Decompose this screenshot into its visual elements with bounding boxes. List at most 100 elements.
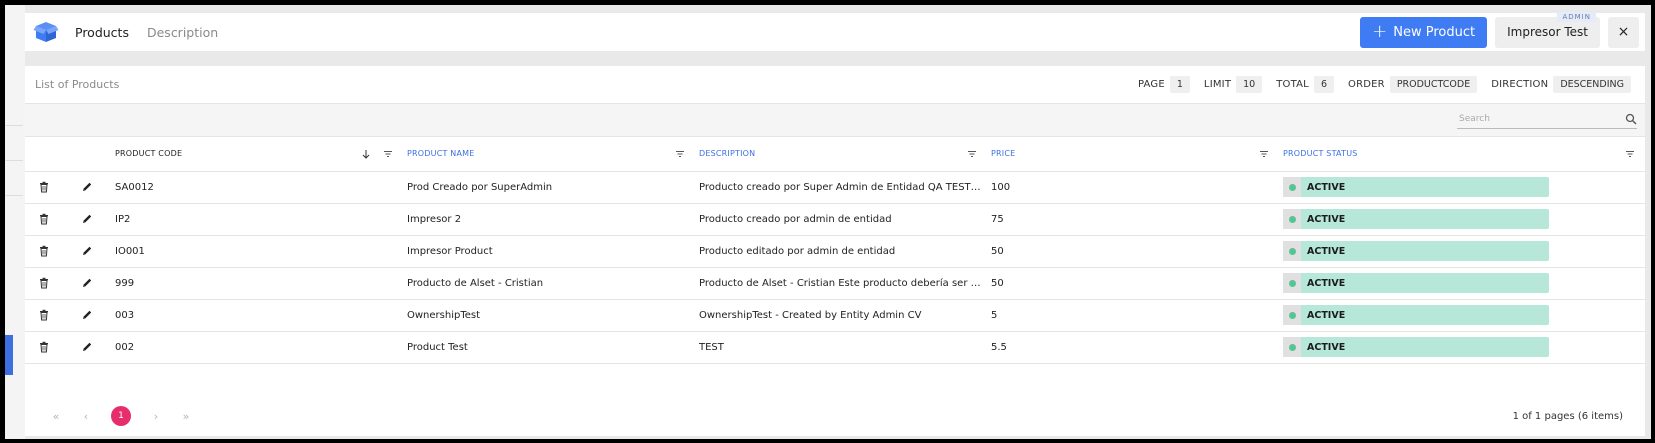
next-page-button[interactable]: › (141, 410, 171, 423)
filter-icon[interactable] (675, 149, 685, 159)
header-edit-col (63, 137, 111, 172)
table-row[interactable]: IP2 Impresor 2 Producto creado por admin d… (25, 203, 1645, 236)
status-label: ACTIVE (1307, 277, 1346, 289)
close-icon: × (1617, 24, 1630, 40)
cell-price: 50 (987, 235, 1279, 268)
new-product-label: New Product (1393, 24, 1476, 40)
status-dot-wrap (1283, 177, 1301, 197)
status-dot-wrap (1283, 337, 1301, 357)
filter-icon[interactable] (967, 149, 977, 159)
delete-cell[interactable] (25, 171, 63, 204)
pencil-icon[interactable] (81, 341, 93, 353)
edit-cell[interactable] (63, 171, 111, 204)
trash-icon[interactable] (38, 181, 50, 193)
edit-cell[interactable] (63, 299, 111, 332)
new-product-button[interactable]: + New Product (1360, 16, 1488, 48)
sort-desc-icon[interactable] (361, 149, 371, 159)
order-label: ORDER (1348, 79, 1385, 90)
app-backdrop: Products Description + New Product ADMIN… (5, 5, 1651, 439)
delete-cell[interactable] (25, 331, 63, 364)
trash-icon[interactable] (38, 341, 50, 353)
status-badge: ACTIVE (1283, 209, 1549, 229)
last-page-button[interactable]: » (171, 410, 201, 423)
status-badge: ACTIVE (1283, 241, 1549, 261)
column-header-product-name[interactable]: PRODUCT NAME (403, 137, 695, 172)
current-page-button[interactable]: 1 (111, 406, 131, 426)
trash-icon[interactable] (38, 213, 50, 225)
status-dot-wrap (1283, 209, 1301, 229)
status-badge: ACTIVE (1283, 273, 1549, 293)
plus-icon: + (1372, 21, 1388, 42)
table-row[interactable]: SA0012 Prod Creado por SuperAdmin Producto… (25, 171, 1645, 204)
delete-cell[interactable] (25, 235, 63, 268)
prev-page-button[interactable]: ‹ (71, 410, 101, 423)
products-table: PRODUCT CODE PRODUCT NAME DESCRIPTION PR… (25, 137, 1645, 364)
direction-value: DESCENDING (1553, 76, 1631, 93)
user-chip[interactable]: ADMIN Impresor Test (1495, 11, 1600, 48)
list-meta: PAGE 1 LIMIT 10 TOTAL 6 ORDER PRODUCTCOD… (1138, 76, 1635, 93)
pencil-icon[interactable] (81, 245, 93, 257)
search-input[interactable]: Search (1457, 109, 1637, 129)
delete-cell[interactable] (25, 299, 63, 332)
cell-description: OwnershipTest - Created by Entity Admin … (695, 299, 987, 332)
tab-description[interactable]: Description (147, 25, 218, 40)
cell-product-name: Producto de Alset - Cristian (403, 267, 695, 300)
status-dot-icon (1288, 183, 1296, 191)
pencil-icon[interactable] (81, 181, 93, 193)
tab-products[interactable]: Products (75, 25, 129, 40)
pencil-icon[interactable] (81, 277, 93, 289)
status-badge: ACTIVE (1283, 177, 1549, 197)
status-dot-icon (1288, 311, 1296, 319)
cell-product-code: IO001 (111, 235, 403, 268)
list-toolbar: List of Products PAGE 1 LIMIT 10 TOTAL 6… (25, 66, 1645, 104)
cell-product-code: 999 (111, 267, 403, 300)
delete-cell[interactable] (25, 267, 63, 300)
total-value: 6 (1313, 76, 1335, 93)
trash-icon[interactable] (38, 277, 50, 289)
edit-cell[interactable] (63, 235, 111, 268)
table-header-row: PRODUCT CODE PRODUCT NAME DESCRIPTION PR… (25, 137, 1645, 172)
filter-icon[interactable] (383, 149, 393, 159)
cell-description: Producto editado por admin de entidad (695, 235, 987, 268)
column-header-product-status[interactable]: PRODUCT STATUS (1279, 137, 1645, 172)
edit-cell[interactable] (63, 203, 111, 236)
edit-cell[interactable] (63, 331, 111, 364)
delete-cell[interactable] (25, 203, 63, 236)
pencil-icon[interactable] (81, 213, 93, 225)
column-label: DESCRIPTION (699, 149, 756, 159)
edit-cell[interactable] (63, 267, 111, 300)
cell-product-code: 002 (111, 331, 403, 364)
column-header-price[interactable]: PRICE (987, 137, 1279, 172)
filter-icon[interactable] (1625, 149, 1635, 159)
pagination-info: 1 of 1 pages (6 items) (1512, 410, 1623, 422)
left-sidebar-strip (5, 5, 25, 439)
trash-icon[interactable] (38, 309, 50, 321)
box-icon (33, 22, 59, 42)
column-label: PRODUCT NAME (407, 149, 475, 159)
cell-product-name: Prod Creado por SuperAdmin (403, 171, 695, 204)
status-label: ACTIVE (1307, 181, 1346, 193)
cell-product-name: Impresor Product (403, 235, 695, 268)
column-header-product-code[interactable]: PRODUCT CODE (111, 137, 403, 172)
table-row[interactable]: 999 Producto de Alset - Cristian Producto … (25, 267, 1645, 300)
table-row[interactable]: 003 OwnershipTest OwnershipTest - Created … (25, 299, 1645, 332)
total-label: TOTAL (1276, 79, 1309, 90)
status-badge: ACTIVE (1283, 305, 1549, 325)
status-dot-wrap (1283, 241, 1301, 261)
first-page-button[interactable]: « (41, 410, 71, 423)
cell-description: TEST (695, 331, 987, 364)
table-row[interactable]: 002 Product Test TEST 5.5 ACTIVE (25, 331, 1645, 364)
filter-icon[interactable] (1259, 149, 1269, 159)
table-row[interactable]: IO001 Impresor Product Producto editado po… (25, 235, 1645, 268)
limit-label: LIMIT (1203, 79, 1232, 90)
pencil-icon[interactable] (81, 309, 93, 321)
cell-product-code: 003 (111, 299, 403, 332)
user-name: Impresor Test (1507, 25, 1588, 39)
search-icon (1625, 113, 1637, 124)
status-label: ACTIVE (1307, 245, 1346, 257)
status-dot-wrap (1283, 305, 1301, 325)
trash-icon[interactable] (38, 245, 50, 257)
close-button[interactable]: × (1608, 16, 1639, 48)
cell-product-code: SA0012 (111, 171, 403, 204)
column-header-description[interactable]: DESCRIPTION (695, 137, 987, 172)
